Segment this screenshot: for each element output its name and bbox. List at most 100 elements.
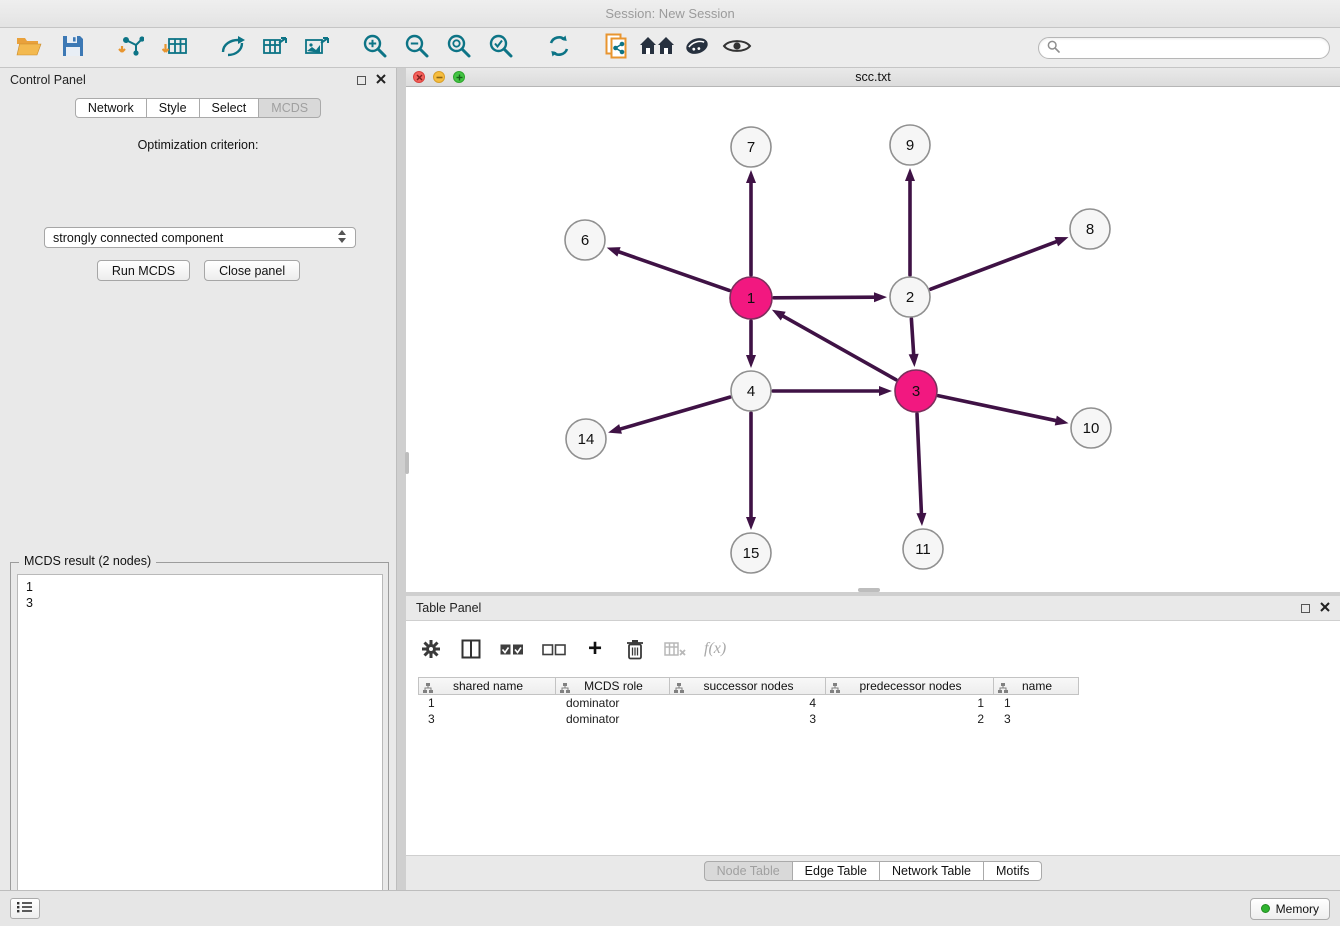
graph-node[interactable]: 9 bbox=[890, 125, 930, 165]
table-settings-button[interactable] bbox=[420, 636, 442, 662]
table-cell[interactable]: 1 bbox=[826, 695, 994, 711]
table-row[interactable]: 3 dominator 3 2 3 bbox=[418, 711, 1079, 727]
svg-text:1: 1 bbox=[747, 290, 755, 307]
column-hierarchy-icon bbox=[830, 682, 840, 696]
graph-node[interactable]: 11 bbox=[903, 529, 943, 569]
tab-network-table[interactable]: Network Table bbox=[880, 861, 984, 881]
graph-node[interactable]: 4 bbox=[731, 371, 771, 411]
graph-node[interactable]: 14 bbox=[566, 419, 606, 459]
h-scrollbar-handle[interactable] bbox=[858, 588, 880, 592]
column-header[interactable]: successor nodes bbox=[670, 677, 826, 695]
control-panel-title: Control Panel bbox=[10, 73, 86, 87]
network-graph[interactable]: 7 9 6 8 1 2 4 3 14 10 15 11 bbox=[406, 87, 1340, 592]
tab-motifs[interactable]: Motifs bbox=[984, 861, 1042, 881]
refresh-view-button[interactable] bbox=[540, 31, 578, 65]
export-network-button[interactable] bbox=[214, 31, 252, 65]
table-row[interactable]: 1 dominator 4 1 1 bbox=[418, 695, 1079, 711]
mcds-result-line: 3 bbox=[26, 595, 374, 611]
import-table-button[interactable] bbox=[156, 31, 194, 65]
delete-column-button[interactable] bbox=[624, 636, 646, 662]
mcds-result-list[interactable]: 1 3 bbox=[17, 574, 383, 926]
tab-edge-table[interactable]: Edge Table bbox=[793, 861, 880, 881]
table-toolbar: + f(x) bbox=[420, 629, 726, 669]
graph-node[interactable]: 15 bbox=[731, 533, 771, 573]
criterion-select-value: strongly connected component bbox=[53, 231, 337, 245]
graph-node[interactable]: 6 bbox=[565, 220, 605, 260]
application-window: Session: New Session bbox=[0, 0, 1340, 926]
criterion-select[interactable]: strongly connected component bbox=[44, 227, 356, 248]
table-cell[interactable]: dominator bbox=[556, 695, 670, 711]
clipboard-network-button[interactable] bbox=[598, 31, 636, 65]
network-view-window: scc.txt 7 9 6 8 1 2 4 3 14 10 15 11 bbox=[406, 68, 1340, 592]
tab-mcds[interactable]: MCDS bbox=[259, 98, 321, 118]
graph-edges[interactable] bbox=[607, 168, 1069, 530]
table-panel-body: + f(x) shared name MCDS role successor n… bbox=[406, 620, 1340, 856]
table-cell[interactable]: dominator bbox=[556, 711, 670, 727]
network-window-title: scc.txt bbox=[406, 70, 1340, 84]
column-header[interactable]: name bbox=[994, 677, 1079, 695]
zoom-selected-button[interactable] bbox=[482, 31, 520, 65]
open-session-button[interactable] bbox=[10, 31, 48, 65]
table-cell[interactable]: 4 bbox=[670, 695, 826, 711]
svg-text:7: 7 bbox=[747, 139, 755, 156]
v-scrollbar-handle[interactable] bbox=[405, 452, 409, 474]
show-columns-button[interactable] bbox=[460, 636, 482, 662]
close-panel-icon[interactable] bbox=[1320, 601, 1330, 615]
node-table-header: shared name MCDS role successor nodes pr… bbox=[418, 677, 1079, 695]
run-mcds-button[interactable]: Run MCDS bbox=[97, 260, 190, 281]
tab-style[interactable]: Style bbox=[147, 98, 200, 118]
select-all-button[interactable] bbox=[500, 636, 524, 662]
export-image-icon bbox=[304, 34, 330, 61]
table-cell[interactable]: 3 bbox=[418, 711, 556, 727]
tab-select[interactable]: Select bbox=[200, 98, 260, 118]
global-search bbox=[1038, 37, 1330, 59]
close-panel-icon[interactable] bbox=[376, 73, 386, 87]
column-header[interactable]: predecessor nodes bbox=[826, 677, 994, 695]
graph-node[interactable]: 10 bbox=[1071, 408, 1111, 448]
control-panel-tabs: Network Style Select MCDS bbox=[0, 98, 396, 118]
table-cell[interactable]: 1 bbox=[994, 695, 1079, 711]
graph-node[interactable]: 8 bbox=[1070, 209, 1110, 249]
save-session-button[interactable] bbox=[54, 31, 92, 65]
table-cell[interactable]: 3 bbox=[670, 711, 826, 727]
graph-node[interactable]: 3 bbox=[895, 370, 937, 412]
tab-network[interactable]: Network bbox=[75, 98, 147, 118]
float-window-icon[interactable] bbox=[1301, 604, 1310, 613]
network-window-title-bar: scc.txt bbox=[406, 68, 1340, 87]
table-cell[interactable]: 2 bbox=[826, 711, 994, 727]
export-image-button[interactable] bbox=[298, 31, 336, 65]
home-view-button[interactable] bbox=[638, 31, 676, 65]
graph-node[interactable]: 7 bbox=[731, 127, 771, 167]
style-palette-button[interactable] bbox=[678, 31, 716, 65]
open-folder-icon bbox=[16, 35, 42, 60]
export-table-button[interactable] bbox=[256, 31, 294, 65]
export-table-icon bbox=[262, 34, 288, 61]
float-window-icon[interactable] bbox=[357, 76, 366, 85]
window-title: Session: New Session bbox=[605, 6, 734, 21]
column-header[interactable]: MCDS role bbox=[556, 677, 670, 695]
zoom-fit-button[interactable] bbox=[440, 31, 478, 65]
status-bar: Memory bbox=[0, 890, 1340, 926]
svg-text:11: 11 bbox=[915, 541, 931, 558]
column-hierarchy-icon bbox=[423, 682, 433, 696]
control-panel-header: Control Panel bbox=[0, 68, 396, 92]
toggle-visibility-button[interactable] bbox=[718, 31, 756, 65]
global-search-input[interactable] bbox=[1066, 41, 1321, 55]
memory-button[interactable]: Memory bbox=[1250, 898, 1330, 920]
graph-node[interactable]: 1 bbox=[730, 277, 772, 319]
close-panel-button[interactable]: Close panel bbox=[204, 260, 300, 281]
column-header[interactable]: shared name bbox=[418, 677, 556, 695]
graph-node[interactable]: 2 bbox=[890, 277, 930, 317]
task-history-button[interactable] bbox=[10, 898, 40, 919]
zoom-out-button[interactable] bbox=[398, 31, 436, 65]
deselect-all-button[interactable] bbox=[542, 636, 566, 662]
tab-node-table[interactable]: Node Table bbox=[704, 861, 793, 881]
svg-text:15: 15 bbox=[743, 545, 760, 562]
table-cell[interactable]: 1 bbox=[418, 695, 556, 711]
table-cell[interactable]: 3 bbox=[994, 711, 1079, 727]
style-palette-icon bbox=[684, 35, 710, 60]
add-column-button[interactable]: + bbox=[584, 636, 606, 662]
import-network-button[interactable] bbox=[112, 31, 150, 65]
table-panel-title: Table Panel bbox=[416, 601, 481, 615]
zoom-in-button[interactable] bbox=[356, 31, 394, 65]
